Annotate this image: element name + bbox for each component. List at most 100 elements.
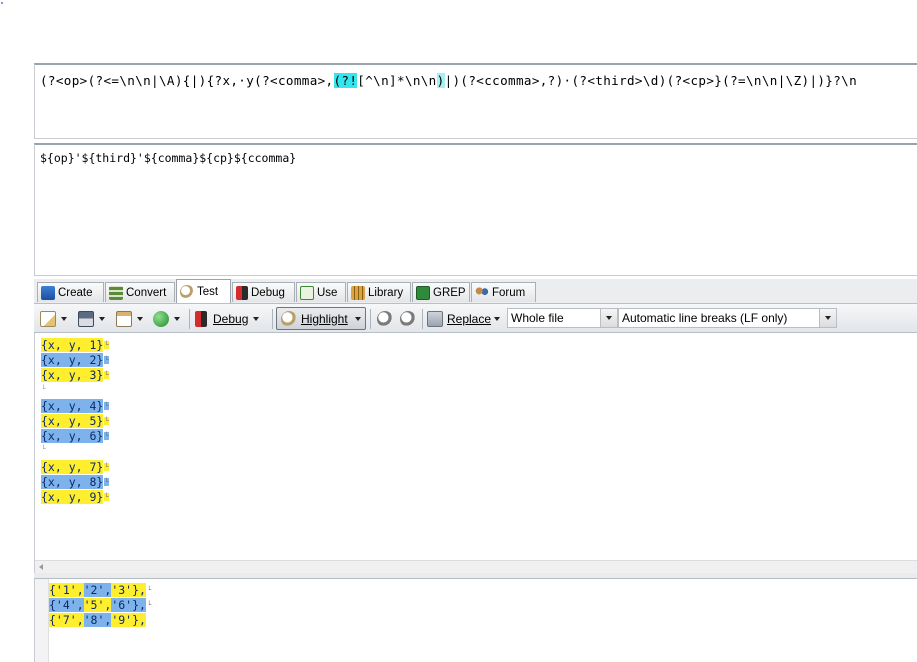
replacement-highlight: '2', bbox=[83, 583, 112, 597]
horizontal-scrollbar[interactable] bbox=[35, 560, 917, 574]
empty-line-marker: └ bbox=[41, 446, 46, 454]
chevron-down-icon bbox=[137, 317, 143, 321]
replacement-highlight: '5', bbox=[83, 598, 112, 612]
line-break-marker: └ bbox=[104, 477, 109, 486]
tab-label: Test bbox=[197, 285, 219, 298]
match-highlight: {x, y, 4} bbox=[41, 398, 104, 413]
replace-label: Replace bbox=[447, 312, 492, 326]
linebreak-value: Automatic line breaks (LF only) bbox=[622, 311, 788, 325]
tab-label: Debug bbox=[251, 286, 285, 299]
replacement-highlight: '9'}, bbox=[111, 613, 146, 627]
linebreak-dropdown-button[interactable] bbox=[819, 309, 836, 327]
test-line[interactable]: {x, y, 1}└ bbox=[41, 338, 109, 353]
test-line[interactable]: {x, y, 3}└ bbox=[41, 368, 109, 383]
debug-button[interactable]: Debug bbox=[195, 309, 260, 329]
linebreak-select[interactable]: Automatic line breaks (LF only) bbox=[618, 308, 837, 328]
regex-text[interactable]: (?<op>(?<=\n\n|\A){|){?x,·y(?<comma>,(?!… bbox=[40, 73, 857, 88]
save-button[interactable] bbox=[78, 309, 105, 329]
go-icon bbox=[153, 311, 169, 327]
test-subject-editor[interactable]: {x, y, 1}└ {x, y, 2}└ {x, y, 3}└ └ {x, y, 4}… bbox=[34, 333, 917, 573]
match-highlight: {x, y, 8} bbox=[41, 474, 104, 489]
empty-line-marker: └ bbox=[41, 385, 46, 393]
results-gutter bbox=[35, 579, 49, 662]
save-icon bbox=[78, 311, 94, 327]
test-line[interactable]: {x, y, 6}└ bbox=[41, 429, 109, 444]
result-line[interactable]: {'4','5','6'},└ bbox=[49, 598, 151, 613]
use-icon bbox=[300, 285, 314, 300]
line-break-marker: └ bbox=[104, 401, 109, 410]
forum-icon bbox=[475, 285, 489, 300]
highlight-label: Highlight bbox=[301, 311, 348, 326]
line-break-marker: └ bbox=[104, 356, 109, 365]
test-line[interactable]: {x, y, 8}└ bbox=[41, 474, 109, 490]
tab-forum[interactable]: Forum bbox=[471, 282, 536, 302]
test-line[interactable]: {x, y, 5}└ bbox=[41, 414, 109, 429]
grep-icon bbox=[416, 285, 430, 300]
library-icon bbox=[351, 285, 365, 300]
tab-convert[interactable]: Convert bbox=[105, 282, 175, 302]
highlight-button[interactable]: Highlight bbox=[276, 307, 366, 330]
debug-label: Debug bbox=[213, 312, 249, 326]
regex-editor[interactable]: (?<op>(?<=\n\n|\A){|){?x,·y(?<comma>,(?!… bbox=[34, 63, 917, 139]
chevron-down-icon bbox=[494, 317, 501, 321]
line-break-marker: └ bbox=[104, 417, 109, 425]
clipboard-icon bbox=[116, 311, 132, 327]
next-match-button[interactable] bbox=[400, 309, 416, 329]
match-highlight: {x, y, 5} bbox=[41, 414, 104, 428]
test-line[interactable]: {x, y, 2}└ bbox=[41, 353, 109, 368]
regex-highlighted-group-close: ) bbox=[436, 73, 445, 88]
bug-icon bbox=[195, 311, 207, 327]
chevron-down-icon bbox=[99, 317, 105, 321]
replace-icon bbox=[427, 311, 443, 327]
run-button[interactable] bbox=[153, 309, 180, 329]
tab-debug[interactable]: Debug bbox=[232, 282, 295, 302]
scroll-left-icon[interactable] bbox=[39, 564, 43, 570]
tab-test[interactable]: Test bbox=[176, 279, 231, 303]
line-break-marker: └ bbox=[146, 586, 152, 594]
regex-highlighted-group-open: (?! bbox=[333, 73, 358, 88]
tab-label: Forum bbox=[492, 286, 526, 299]
magnifier-icon bbox=[180, 284, 194, 299]
line-break-marker: └ bbox=[104, 432, 109, 441]
tab-library[interactable]: Library bbox=[347, 282, 411, 302]
convert-icon bbox=[109, 285, 123, 300]
tab-grep[interactable]: GREP bbox=[412, 282, 470, 302]
test-line[interactable]: {x, y, 7}└ bbox=[41, 459, 109, 475]
previous-match-button[interactable] bbox=[377, 309, 393, 329]
magnifier-icon bbox=[281, 310, 297, 327]
replacement-editor[interactable]: ${op}'${third}'${comma}${cp}${ccomma} bbox=[34, 143, 917, 276]
result-line[interactable]: {'7','8','9'}, bbox=[49, 613, 146, 628]
chevron-down-icon bbox=[825, 316, 831, 320]
regex-segment: |)(?<ccomma>,?)·(?<third>\d)(?<cp>}(?=\n… bbox=[444, 73, 858, 88]
match-highlight: {x, y, 3} bbox=[41, 368, 104, 383]
scope-dropdown-button[interactable] bbox=[600, 309, 617, 327]
create-icon bbox=[41, 285, 55, 300]
match-highlight: {x, y, 1} bbox=[41, 338, 104, 352]
replace-results[interactable]: {'1','2','3'},└ {'4','5','6'},└ {'7','8','… bbox=[34, 579, 917, 662]
test-line[interactable]: {x, y, 4}└ bbox=[41, 398, 109, 414]
toolbar-separator bbox=[422, 309, 423, 329]
chevron-down-icon bbox=[174, 317, 180, 321]
corner-dot bbox=[1, 2, 3, 4]
tab-create[interactable]: Create bbox=[37, 282, 104, 302]
test-toolbar: Debug Highlight Replace Whole file Autom… bbox=[34, 303, 917, 333]
replacement-highlight: {'7', bbox=[49, 613, 84, 627]
tab-label: Convert bbox=[126, 286, 167, 299]
match-highlight: {x, y, 7} bbox=[41, 459, 104, 474]
test-line[interactable]: {x, y, 9}└ bbox=[41, 490, 109, 505]
result-line[interactable]: {'1','2','3'},└ bbox=[49, 583, 151, 598]
replacement-text[interactable]: ${op}'${third}'${comma}${cp}${ccomma} bbox=[40, 151, 296, 165]
line-break-marker: └ bbox=[104, 462, 109, 471]
new-file-button[interactable] bbox=[40, 309, 67, 329]
tab-use[interactable]: Use bbox=[296, 282, 346, 302]
file-icon bbox=[40, 311, 56, 327]
line-break-marker: └ bbox=[146, 601, 152, 609]
clipboard-button[interactable] bbox=[116, 309, 143, 329]
replace-button[interactable]: Replace bbox=[427, 309, 501, 329]
tab-label: Use bbox=[317, 286, 338, 299]
replacement-highlight: '8', bbox=[83, 613, 112, 627]
toolbar-separator bbox=[272, 309, 273, 329]
scope-select[interactable]: Whole file bbox=[507, 308, 618, 328]
line-break-marker: └ bbox=[104, 341, 109, 349]
line-break-marker: └ bbox=[104, 493, 109, 501]
